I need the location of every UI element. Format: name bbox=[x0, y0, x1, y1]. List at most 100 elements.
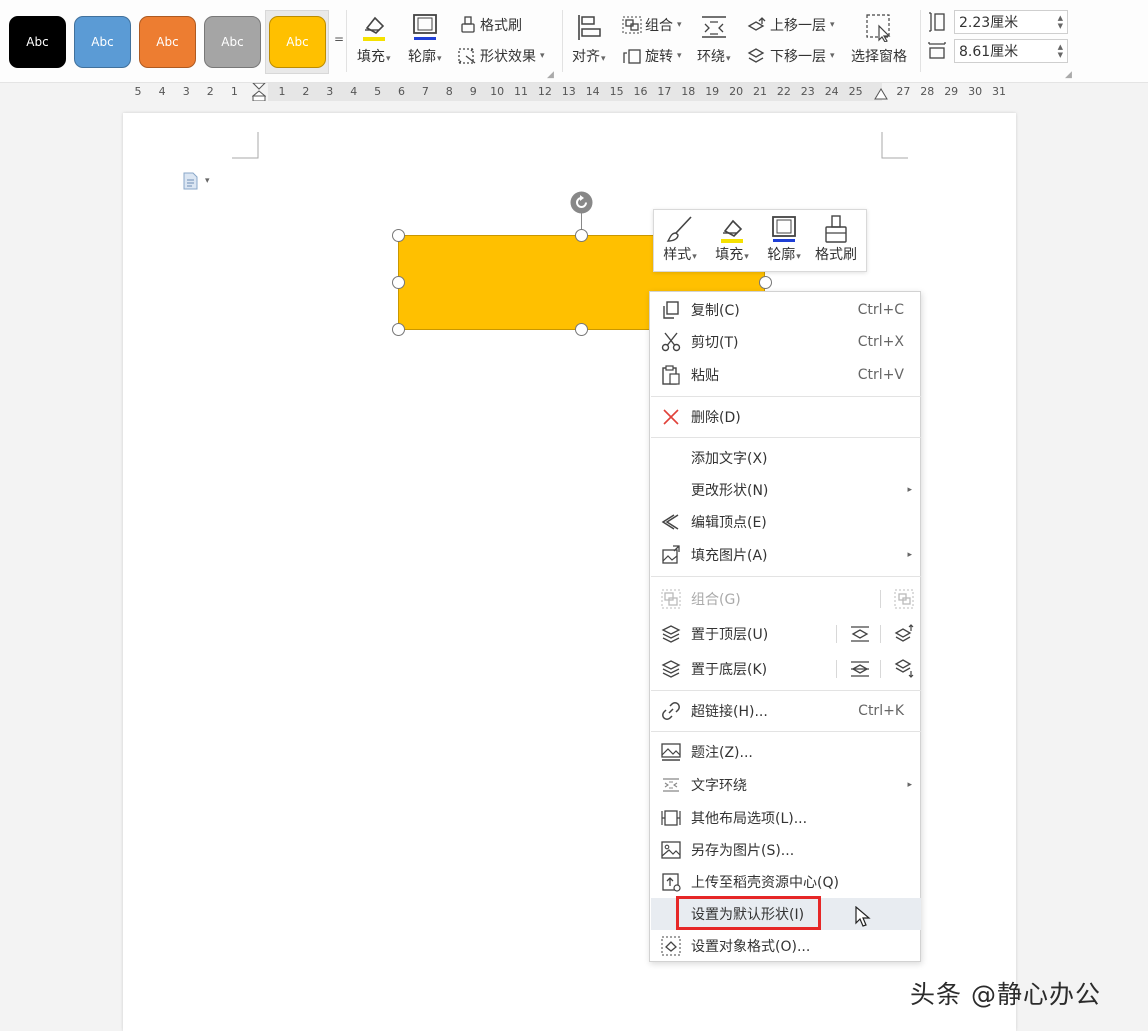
spin-up-icon[interactable]: ▲ bbox=[1058, 14, 1063, 22]
spin-down-icon[interactable]: ▼ bbox=[1058, 51, 1063, 59]
send-backward-icon[interactable] bbox=[894, 659, 914, 679]
resize-handle[interactable] bbox=[574, 228, 588, 242]
layout-options-icon bbox=[661, 810, 681, 826]
chevron-down-icon: ▾ bbox=[830, 51, 835, 61]
mini-style-label: 样式 bbox=[663, 247, 692, 263]
style-swatch-1[interactable]: Abc bbox=[9, 16, 66, 68]
ruler-tick-label: 16 bbox=[633, 85, 648, 98]
style-swatch-label: Abc bbox=[221, 35, 244, 49]
bring-forward-button[interactable]: 上移一层 ▾ bbox=[747, 15, 835, 35]
menu-item-save-as-picture[interactable]: 另存为图片(S)... bbox=[651, 834, 921, 866]
height-input[interactable]: 2.23厘米 ▲ ▼ bbox=[954, 10, 1068, 34]
ruler-tick-label: 11 bbox=[514, 85, 528, 98]
style-swatch-5[interactable]: Abc bbox=[269, 16, 326, 68]
format-object-icon bbox=[661, 936, 681, 956]
paragraph-layout-button[interactable]: ▾ bbox=[182, 172, 210, 190]
resize-handle[interactable] bbox=[391, 228, 405, 242]
bring-forward-icon[interactable] bbox=[894, 624, 914, 644]
horizontal-ruler[interactable]: 5 4 3 2 1 1 2 3 4 5 6 7 8 9 10 11 12 13 14 15 16 17 18 19 20 21 22… bbox=[0, 83, 1148, 101]
width-spinner[interactable]: ▲ ▼ bbox=[1058, 43, 1063, 59]
right-indent-marker-icon[interactable] bbox=[874, 87, 888, 101]
mini-format-painter-button[interactable]: 格式刷 bbox=[810, 214, 862, 264]
send-backward-button[interactable]: 下移一层 ▾ bbox=[747, 46, 835, 66]
ruler-tick-label: 12 bbox=[537, 85, 552, 98]
spin-down-icon[interactable]: ▼ bbox=[1058, 22, 1063, 30]
edit-points-icon bbox=[661, 514, 679, 530]
ungroup-icon[interactable] bbox=[894, 589, 914, 609]
resize-handle[interactable] bbox=[391, 322, 405, 336]
resize-handle[interactable] bbox=[758, 275, 772, 289]
rotate-button[interactable]: 旋转 ▾ bbox=[622, 46, 682, 66]
menu-item-paste[interactable]: 粘贴 Ctrl+V bbox=[651, 359, 921, 391]
menu-label: 置于顶层(U) bbox=[691, 627, 769, 643]
mini-style-button[interactable]: 样式▾ bbox=[654, 214, 706, 264]
send-to-back-icon bbox=[661, 660, 681, 678]
wrap-label: 环绕 bbox=[697, 49, 725, 65]
menu-item-bring-to-front[interactable]: 置于顶层(U) bbox=[651, 618, 921, 650]
ruler-tick-label: 3 bbox=[326, 85, 334, 98]
paste-clipboard-icon bbox=[662, 365, 680, 385]
caption-icon bbox=[661, 743, 681, 761]
menu-item-hyperlink[interactable]: 超链接(H)... Ctrl+K bbox=[651, 695, 921, 727]
menu-item-add-text[interactable]: 添加文字(X) bbox=[651, 442, 921, 474]
outline-button[interactable]: 轮廓▾ bbox=[408, 12, 442, 66]
height-spinner[interactable]: ▲ ▼ bbox=[1058, 14, 1063, 30]
menu-separator bbox=[651, 731, 921, 732]
wrap-button[interactable]: 环绕▾ bbox=[697, 12, 731, 66]
shape-width-icon bbox=[928, 42, 946, 59]
rotate-handle-icon[interactable] bbox=[570, 191, 593, 214]
mini-outline-button[interactable]: 轮廓▾ bbox=[758, 214, 810, 264]
gallery-more-button[interactable]: = bbox=[334, 32, 344, 46]
menu-item-group[interactable]: 组合(G) bbox=[651, 583, 921, 615]
dialog-launcher-icon[interactable]: ◢ bbox=[1065, 70, 1072, 80]
format-painter-button[interactable]: 格式刷 bbox=[459, 15, 522, 35]
menu-item-cut[interactable]: 剪切(T) Ctrl+X bbox=[651, 326, 921, 358]
ribbon-divider bbox=[920, 10, 921, 72]
send-behind-text-icon[interactable] bbox=[850, 659, 870, 679]
chevron-down-icon: ▾ bbox=[677, 51, 682, 61]
menu-label: 添加文字(X) bbox=[691, 451, 768, 467]
chevron-down-icon: ▾ bbox=[744, 252, 749, 262]
menu-label: 其他布局选项(L)... bbox=[691, 811, 808, 827]
left-indent-marker-icon[interactable] bbox=[252, 83, 266, 101]
ribbon-divider bbox=[346, 10, 347, 72]
style-swatch-label: Abc bbox=[26, 35, 49, 49]
scissors-icon bbox=[661, 332, 681, 352]
menu-label: 删除(D) bbox=[691, 410, 741, 426]
menu-item-more-layout[interactable]: 其他布局选项(L)... bbox=[651, 802, 921, 834]
style-swatch-3[interactable]: Abc bbox=[139, 16, 196, 68]
menu-item-upload[interactable]: 上传至稻壳资源中心(Q) bbox=[651, 866, 921, 898]
menu-item-delete[interactable]: 删除(D) bbox=[651, 401, 921, 433]
style-swatch-4[interactable]: Abc bbox=[204, 16, 261, 68]
menu-item-text-wrap[interactable]: 文字环绕 ▸ bbox=[651, 769, 921, 801]
resize-handle[interactable] bbox=[391, 275, 405, 289]
mini-fill-button[interactable]: 填充▾ bbox=[706, 214, 758, 264]
dialog-launcher-icon[interactable]: ◢ bbox=[547, 70, 554, 80]
ruler-tick-label: 14 bbox=[585, 85, 600, 98]
bring-forward-label: 上移一层 bbox=[770, 18, 826, 34]
menu-item-format-object[interactable]: 设置对象格式(O)... bbox=[651, 930, 921, 962]
text-wrap-icon bbox=[663, 778, 679, 792]
ruler-tick-label: 7 bbox=[421, 85, 429, 98]
menu-item-fill-picture[interactable]: 填充图片(A) ▸ bbox=[651, 539, 921, 571]
align-button[interactable]: 对齐▾ bbox=[572, 12, 606, 66]
bring-in-front-of-text-icon[interactable] bbox=[850, 624, 870, 644]
group-button[interactable]: 组合 ▾ bbox=[622, 15, 682, 35]
style-swatch-2[interactable]: Abc bbox=[74, 16, 131, 68]
menu-item-change-shape[interactable]: 更改形状(N) ▸ bbox=[651, 474, 921, 506]
margin-corner-mark bbox=[881, 132, 908, 159]
resize-handle[interactable] bbox=[574, 322, 588, 336]
spin-up-icon[interactable]: ▲ bbox=[1058, 43, 1063, 51]
outline-square-icon bbox=[412, 14, 437, 40]
width-input[interactable]: 8.61厘米 ▲ ▼ bbox=[954, 39, 1068, 63]
ruler-tick-label: 4 bbox=[350, 85, 358, 98]
menu-item-send-to-back[interactable]: 置于底层(K) bbox=[651, 653, 921, 685]
shape-effects-button[interactable]: 形状效果 ▾ bbox=[457, 46, 545, 66]
selection-pane-button[interactable]: 选择窗格 bbox=[851, 12, 907, 66]
menu-item-copy[interactable]: 复制(C) Ctrl+C bbox=[651, 294, 921, 326]
shape-height-icon bbox=[929, 12, 945, 32]
chevron-down-icon: ▾ bbox=[386, 54, 391, 64]
menu-item-edit-points[interactable]: 编辑顶点(E) bbox=[651, 506, 921, 538]
fill-button[interactable]: 填充▾ bbox=[357, 12, 391, 66]
menu-item-caption[interactable]: 题注(Z)... bbox=[651, 736, 921, 768]
